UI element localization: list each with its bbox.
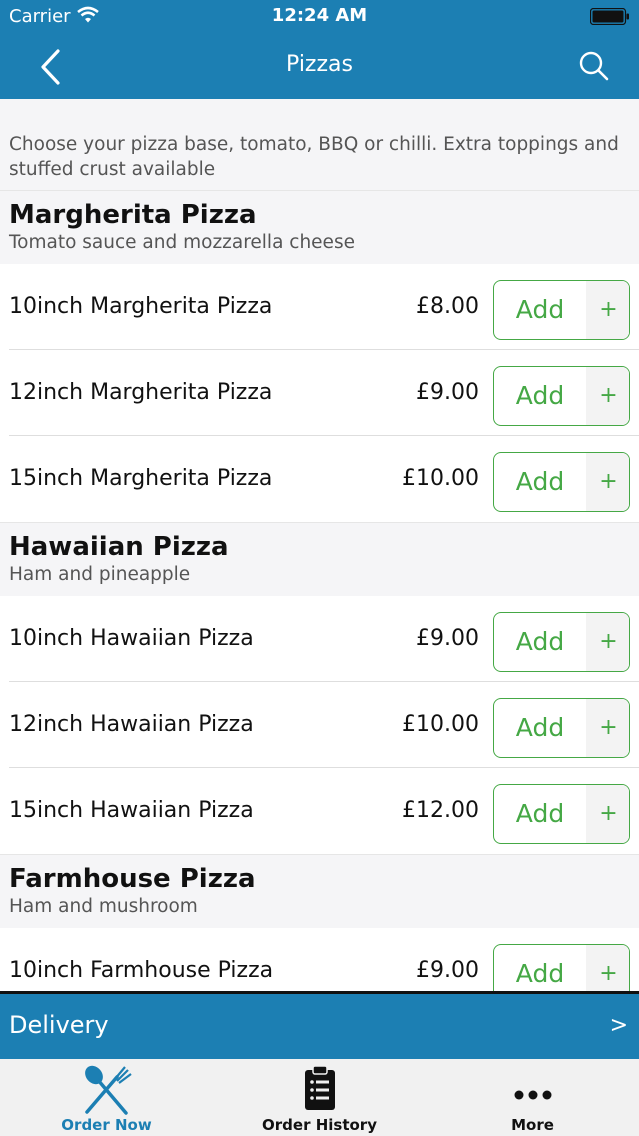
tab-label: Order History <box>262 1116 377 1134</box>
add-to-order-button[interactable]: Add + <box>493 698 630 758</box>
item-name: 10inch Margherita Pizza <box>9 294 273 319</box>
search-icon[interactable] <box>578 50 610 82</box>
section-title: Hawaiian Pizza <box>9 532 229 562</box>
add-to-order-button[interactable]: Add + <box>493 944 630 991</box>
plus-icon: + <box>586 699 629 757</box>
app-header: Carrier 12:24 AM Pizzas <box>0 0 639 99</box>
section-subtitle: Ham and mushroom <box>9 896 198 917</box>
section-header-hawaiian: Hawaiian Pizza Ham and pineapple <box>0 522 639 596</box>
clipboard-list-icon <box>304 1065 335 1110</box>
add-to-order-button[interactable]: Add + <box>493 366 630 426</box>
tab-order-now[interactable]: Order Now <box>0 1059 213 1136</box>
section-title: Margherita Pizza <box>9 200 257 230</box>
plus-icon: + <box>586 613 629 671</box>
add-to-order-button[interactable]: Add + <box>493 612 630 672</box>
add-button-label: Add <box>515 295 565 324</box>
add-to-order-button[interactable]: Add + <box>493 280 630 340</box>
add-to-order-button[interactable]: Add + <box>493 452 630 512</box>
item-name: 12inch Hawaiian Pizza <box>9 712 254 737</box>
section-header-margherita: Margherita Pizza Tomato sauce and mozzar… <box>0 190 639 264</box>
plus-icon: + <box>586 785 629 843</box>
more-dots-icon <box>514 1090 551 1100</box>
battery-icon <box>590 8 629 25</box>
menu-item-row: 10inch Farmhouse Pizza £9.00 Add + <box>0 928 639 991</box>
menu-item-row: 15inch Hawaiian Pizza £12.00 Add + <box>0 768 639 854</box>
add-button-label: Add <box>515 627 565 656</box>
delivery-bar[interactable]: Delivery > <box>0 991 639 1059</box>
delivery-label: Delivery <box>9 1011 109 1039</box>
tab-more[interactable]: More <box>426 1059 639 1136</box>
add-button-label: Add <box>515 799 565 828</box>
plus-icon: + <box>586 945 629 991</box>
category-description: Choose your pizza base, tomato, BBQ or c… <box>0 99 639 190</box>
menu-item-row: 12inch Margherita Pizza £9.00 Add + <box>0 350 639 436</box>
menu-list[interactable]: Choose your pizza base, tomato, BBQ or c… <box>0 99 639 991</box>
item-name: 12inch Margherita Pizza <box>9 380 273 405</box>
status-bar: Carrier 12:24 AM <box>0 0 639 34</box>
item-price: £12.00 <box>402 798 479 823</box>
tab-bar: Order Now Order History More <box>0 1059 639 1136</box>
tab-label: More <box>511 1116 554 1134</box>
item-price: £10.00 <box>402 712 479 737</box>
item-name: 10inch Farmhouse Pizza <box>9 958 274 983</box>
nav-bar: Pizzas <box>0 34 639 99</box>
tab-order-history[interactable]: Order History <box>213 1059 426 1136</box>
menu-item-row: 10inch Margherita Pizza £8.00 Add + <box>0 264 639 350</box>
section-title: Farmhouse Pizza <box>9 864 256 894</box>
plus-icon: + <box>586 453 629 511</box>
item-name: 15inch Margherita Pizza <box>9 466 273 491</box>
item-price: £10.00 <box>402 466 479 491</box>
add-to-order-button[interactable]: Add + <box>493 784 630 844</box>
item-price: £8.00 <box>416 294 479 319</box>
item-price: £9.00 <box>416 380 479 405</box>
menu-item-row: 12inch Hawaiian Pizza £10.00 Add + <box>0 682 639 768</box>
plus-icon: + <box>586 281 629 339</box>
section-subtitle: Tomato sauce and mozzarella cheese <box>9 232 355 253</box>
chevron-right-icon: > <box>609 1013 628 1038</box>
add-button-label: Add <box>515 467 565 496</box>
plus-icon: + <box>586 367 629 425</box>
status-time: 12:24 AM <box>271 5 368 26</box>
add-button-label: Add <box>515 713 565 742</box>
add-button-label: Add <box>515 959 565 988</box>
item-price: £9.00 <box>416 626 479 651</box>
add-button-label: Add <box>515 381 565 410</box>
item-price: £9.00 <box>416 958 479 983</box>
tab-label: Order Now <box>61 1116 152 1134</box>
item-name: 10inch Hawaiian Pizza <box>9 626 254 651</box>
menu-item-row: 10inch Hawaiian Pizza £9.00 Add + <box>0 596 639 682</box>
menu-item-row: 15inch Margherita Pizza £10.00 Add + <box>0 436 639 522</box>
section-subtitle: Ham and pineapple <box>9 564 191 585</box>
section-header-farmhouse: Farmhouse Pizza Ham and mushroom <box>0 854 639 928</box>
page-title: Pizzas <box>286 52 353 77</box>
item-name: 15inch Hawaiian Pizza <box>9 798 254 823</box>
fork-knife-icon <box>84 1065 132 1115</box>
